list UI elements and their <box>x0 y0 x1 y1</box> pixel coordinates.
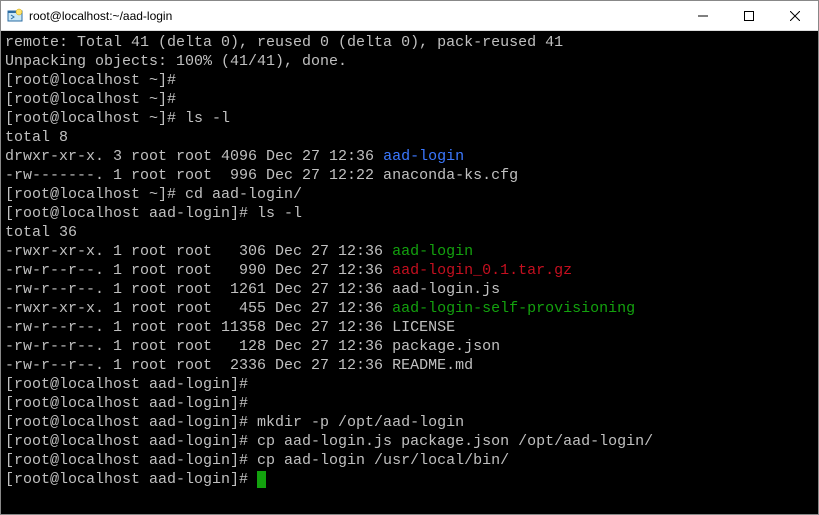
terminal-line: drwxr-xr-x. 3 root root 4096 Dec 27 12:3… <box>5 147 814 166</box>
terminal-text: aad-login <box>392 243 473 260</box>
terminal-text: total 36 <box>5 224 77 241</box>
terminal-line: total 8 <box>5 128 814 147</box>
terminal-text: [root@localhost aad-login]# cp aad-login… <box>5 433 653 450</box>
terminal-text: -rw-------. 1 root root 996 Dec 27 12:22… <box>5 167 518 184</box>
terminal-text: [root@localhost ~]# ls -l <box>5 110 230 127</box>
app-icon <box>7 8 23 24</box>
terminal-text: [root@localhost aad-login]# mkdir -p /op… <box>5 414 464 431</box>
terminal-text: [root@localhost ~]# <box>5 91 176 108</box>
terminal-line: [root@localhost aad-login]# cp aad-login… <box>5 432 814 451</box>
terminal-line: [root@localhost aad-login]# <box>5 375 814 394</box>
window-controls <box>680 1 818 30</box>
terminal-text: aad-login-self-provisioning <box>392 300 635 317</box>
terminal-text: -rw-r--r--. 1 root root 1261 Dec 27 12:3… <box>5 281 500 298</box>
terminal-line: [root@localhost aad-login]# mkdir -p /op… <box>5 413 814 432</box>
terminal-line: [root@localhost aad-login]# ls -l <box>5 204 814 223</box>
terminal-line: -rwxr-xr-x. 1 root root 306 Dec 27 12:36… <box>5 242 814 261</box>
terminal-line: remote: Total 41 (delta 0), reused 0 (de… <box>5 33 814 52</box>
terminal-text: aad-login <box>383 148 464 165</box>
cursor <box>257 471 266 488</box>
window-title: root@localhost:~/aad-login <box>29 9 172 23</box>
terminal-line: -rw-r--r--. 1 root root 1261 Dec 27 12:3… <box>5 280 814 299</box>
terminal-line: [root@localhost aad-login]# cp aad-login… <box>5 451 814 470</box>
terminal-text: drwxr-xr-x. 3 root root 4096 Dec 27 12:3… <box>5 148 383 165</box>
terminal-line: -rw-r--r--. 1 root root 128 Dec 27 12:36… <box>5 337 814 356</box>
terminal-text: [root@localhost aad-login]# <box>5 395 248 412</box>
terminal-text: total 8 <box>5 129 68 146</box>
close-button[interactable] <box>772 1 818 30</box>
terminal-line: [root@localhost aad-login]# <box>5 394 814 413</box>
terminal-line: -rwxr-xr-x. 1 root root 455 Dec 27 12:36… <box>5 299 814 318</box>
terminal-line: Unpacking objects: 100% (41/41), done. <box>5 52 814 71</box>
terminal-text: [root@localhost aad-login]# <box>5 376 248 393</box>
terminal-text: aad-login_0.1.tar.gz <box>392 262 572 279</box>
terminal-line: [root@localhost ~]# <box>5 71 814 90</box>
terminal-text: -rwxr-xr-x. 1 root root 306 Dec 27 12:36 <box>5 243 392 260</box>
minimize-button[interactable] <box>680 1 726 30</box>
terminal-body[interactable]: remote: Total 41 (delta 0), reused 0 (de… <box>1 31 818 514</box>
terminal-text: [root@localhost ~]# cd aad-login/ <box>5 186 302 203</box>
terminal-text: [root@localhost aad-login]# ls -l <box>5 205 302 222</box>
terminal-text: -rw-r--r--. 1 root root 11358 Dec 27 12:… <box>5 319 455 336</box>
terminal-text: -rw-r--r--. 1 root root 128 Dec 27 12:36… <box>5 338 500 355</box>
terminal-line: total 36 <box>5 223 814 242</box>
terminal-line: -rw-------. 1 root root 996 Dec 27 12:22… <box>5 166 814 185</box>
terminal-text: [root@localhost aad-login]# cp aad-login… <box>5 452 509 469</box>
terminal-window: root@localhost:~/aad-login remote: Total… <box>0 0 819 515</box>
terminal-text: -rwxr-xr-x. 1 root root 455 Dec 27 12:36 <box>5 300 392 317</box>
terminal-text: -rw-r--r--. 1 root root 2336 Dec 27 12:3… <box>5 357 473 374</box>
terminal-text: -rw-r--r--. 1 root root 990 Dec 27 12:36 <box>5 262 392 279</box>
terminal-text: [root@localhost ~]# <box>5 72 176 89</box>
titlebar: root@localhost:~/aad-login <box>1 1 818 31</box>
terminal-text: [root@localhost aad-login]# <box>5 471 257 488</box>
terminal-text: remote: Total 41 (delta 0), reused 0 (de… <box>5 34 563 51</box>
terminal-line: [root@localhost ~]# <box>5 90 814 109</box>
maximize-button[interactable] <box>726 1 772 30</box>
terminal-line: -rw-r--r--. 1 root root 2336 Dec 27 12:3… <box>5 356 814 375</box>
terminal-line: -rw-r--r--. 1 root root 990 Dec 27 12:36… <box>5 261 814 280</box>
terminal-line: -rw-r--r--. 1 root root 11358 Dec 27 12:… <box>5 318 814 337</box>
terminal-line: [root@localhost ~]# cd aad-login/ <box>5 185 814 204</box>
terminal-line: [root@localhost ~]# ls -l <box>5 109 814 128</box>
terminal-line: [root@localhost aad-login]# <box>5 470 814 489</box>
terminal-text: Unpacking objects: 100% (41/41), done. <box>5 53 347 70</box>
